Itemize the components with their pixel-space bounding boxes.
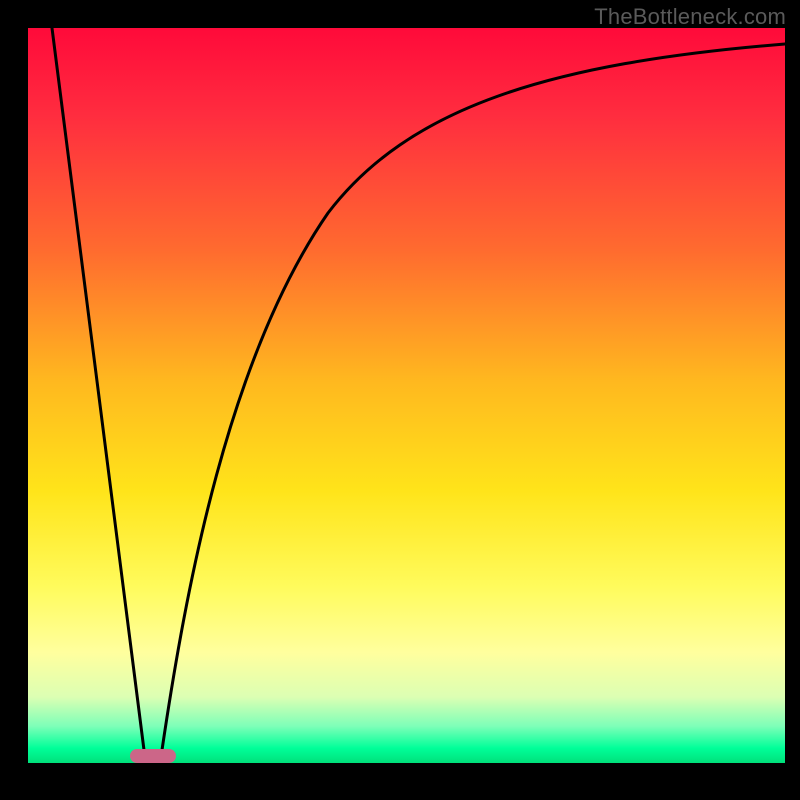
- curve-right-branch: [162, 44, 785, 750]
- plot-area: [28, 28, 785, 763]
- bottleneck-marker: [130, 749, 176, 763]
- bottleneck-curve: [28, 28, 785, 763]
- watermark-text: TheBottleneck.com: [594, 4, 786, 30]
- curve-left-branch: [52, 28, 144, 750]
- chart-frame: TheBottleneck.com: [0, 0, 800, 800]
